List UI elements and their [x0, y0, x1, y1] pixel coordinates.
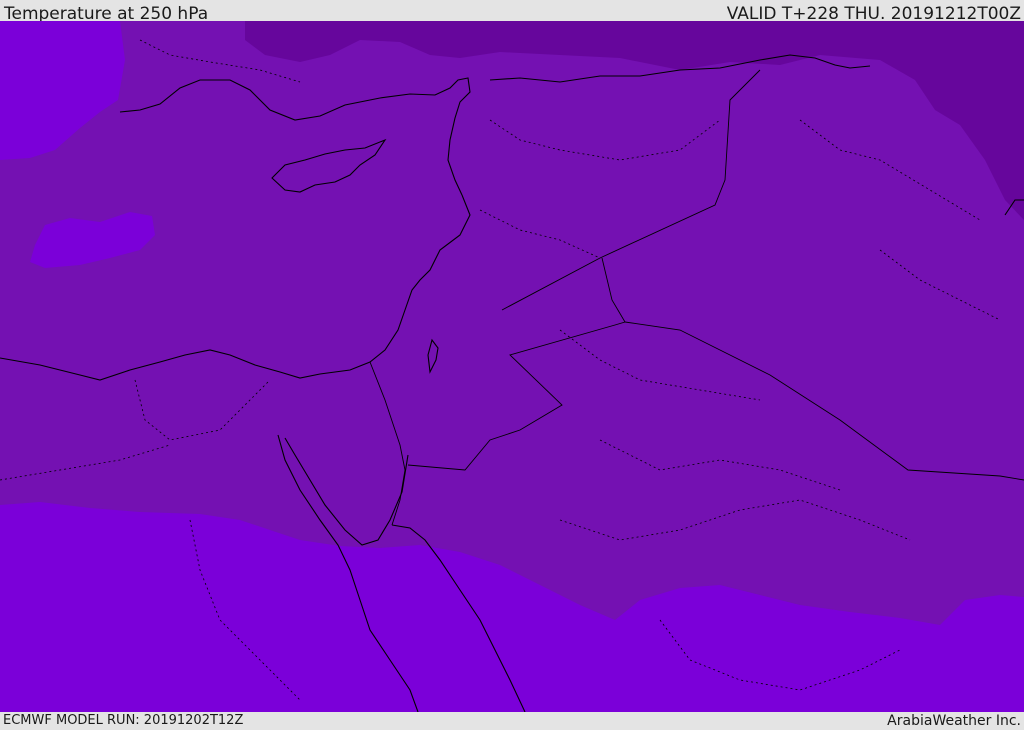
temperature-map — [0, 21, 1024, 712]
header-bar: Temperature at 250 hPa VALID T+228 THU. … — [0, 0, 1024, 24]
map-area[interactable] — [0, 21, 1024, 712]
model-run: ECMWF MODEL RUN: 20191202T12Z — [3, 713, 244, 728]
credit-label: ArabiaWeather Inc. — [887, 713, 1021, 729]
footer-bar: ECMWF MODEL RUN: 20191202T12Z ArabiaWeat… — [0, 712, 1024, 729]
